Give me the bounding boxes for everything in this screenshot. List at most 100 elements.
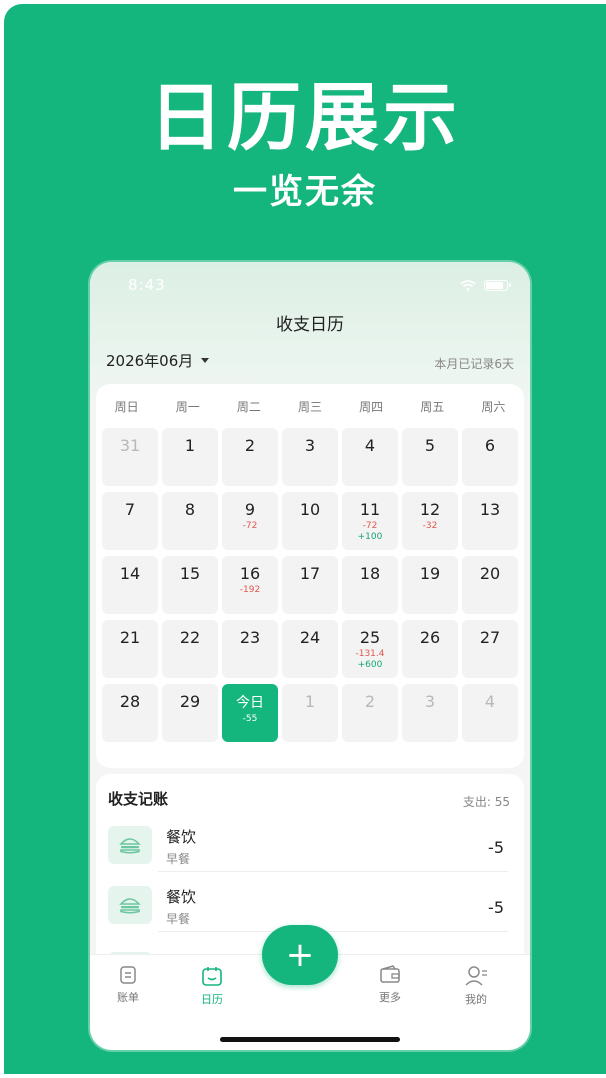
promo-background: 日历展示 一览无余 8:43 收支日历 2026年06月 本月已记录6天 周日周… [4, 4, 606, 1074]
month-picker-label: 2026年06月 [106, 352, 194, 370]
bill-icon [120, 966, 136, 984]
day-number: 17 [299, 564, 321, 583]
calendar-day[interactable]: 3 [282, 428, 338, 486]
calendar-day[interactable]: 15 [162, 556, 218, 614]
calendar-grid: 31 1 2 3 4 5 6 7 8 9 -72 10 11 -72 +100 12 -32 13 14 15 16 -1… [98, 428, 522, 742]
transaction-category: 餐饮 [166, 828, 197, 846]
calendar-icon [202, 967, 222, 986]
day-number: 1 [184, 436, 196, 455]
day-number: 29 [179, 692, 201, 711]
day-expense: -72 [242, 521, 258, 531]
day-expense: -32 [422, 521, 438, 531]
weekday-label: 周二 [236, 400, 261, 414]
calendar-day[interactable]: 18 [342, 556, 398, 614]
day-number: 16 [239, 564, 261, 583]
burger-icon [108, 886, 152, 924]
calendar-day[interactable]: 1 [282, 684, 338, 742]
weekday-label: 周三 [297, 400, 322, 414]
calendar-day-today[interactable]: 今日 -55 [222, 684, 278, 742]
transaction-note: 早餐 [166, 912, 191, 926]
day-number: 11 [359, 500, 381, 519]
calendar-day[interactable]: 2 [342, 684, 398, 742]
calendar-day[interactable]: 4 [342, 428, 398, 486]
tab-more[interactable]: 更多 [360, 965, 420, 1005]
day-number: 24 [299, 628, 321, 647]
day-number: 14 [119, 564, 141, 583]
day-number: 21 [119, 628, 141, 647]
day-number: 10 [299, 500, 321, 519]
weekday-label: 周日 [114, 400, 139, 414]
calendar-day[interactable]: 22 [162, 620, 218, 678]
calendar-day[interactable]: 10 [282, 492, 338, 550]
weekday-header: 周日 周一 周二 周三 周四 周五 周六 [96, 398, 524, 415]
day-number: 7 [124, 500, 136, 519]
day-number: 6 [484, 436, 496, 455]
calendar-day[interactable]: 11 -72 +100 [342, 492, 398, 550]
calendar-day[interactable]: 5 [402, 428, 458, 486]
day-number: 9 [244, 500, 256, 519]
calendar-day[interactable]: 12 -32 [402, 492, 458, 550]
hero-subtitle: 一览无余 [233, 172, 377, 212]
calendar-day[interactable]: 25 -131.4 +600 [342, 620, 398, 678]
divider [158, 931, 508, 932]
calendar-day[interactable]: 9 -72 [222, 492, 278, 550]
day-number: 28 [119, 692, 141, 711]
transaction-category: 餐饮 [166, 888, 197, 906]
calendar-day[interactable]: 23 [222, 620, 278, 678]
day-number: 26 [419, 628, 441, 647]
calendar-day[interactable]: 28 [102, 684, 158, 742]
weekday-label: 周一 [175, 400, 200, 414]
tab-bill[interactable]: 账单 [98, 965, 158, 1005]
day-number: 25 [359, 628, 381, 647]
transaction-row[interactable]: 餐饮 早餐 -5 [104, 878, 508, 932]
calendar-day[interactable]: 27 [462, 620, 518, 678]
calendar-day[interactable]: 8 [162, 492, 218, 550]
day-number: 12 [419, 500, 441, 519]
day-number: 4 [484, 692, 496, 711]
calendar-day[interactable]: 4 [462, 684, 518, 742]
day-number: 8 [184, 500, 196, 519]
calendar-day[interactable]: 20 [462, 556, 518, 614]
tab-mine[interactable]: 我的 [446, 965, 506, 1007]
calendar-day[interactable]: 13 [462, 492, 518, 550]
wifi-icon [460, 280, 476, 291]
day-number: 3 [424, 692, 436, 711]
month-picker[interactable]: 2026年06月 [106, 350, 210, 371]
calendar-day[interactable]: 26 [402, 620, 458, 678]
calendar-day[interactable]: 24 [282, 620, 338, 678]
calendar-day[interactable]: 3 [402, 684, 458, 742]
day-number: 2 [244, 436, 256, 455]
day-number: 31 [119, 436, 141, 455]
day-number: 13 [479, 500, 501, 519]
add-record-button[interactable]: + [262, 925, 338, 985]
calendar-day[interactable]: 16 -192 [222, 556, 278, 614]
calendar-day[interactable]: 1 [162, 428, 218, 486]
calendar-day[interactable]: 17 [282, 556, 338, 614]
weekday-label: 周六 [481, 400, 506, 414]
transaction-row[interactable]: 餐饮 早餐 -5 [104, 818, 508, 872]
transaction-amount: -5 [488, 898, 504, 917]
calendar-day[interactable]: 21 [102, 620, 158, 678]
divider [158, 871, 508, 872]
calendar-day[interactable]: 31 [102, 428, 158, 486]
weekday-label: 周四 [359, 400, 384, 414]
transaction-note: 早餐 [166, 852, 191, 866]
day-number: 18 [359, 564, 381, 583]
home-indicator [220, 1037, 400, 1042]
calendar-day[interactable]: 6 [462, 428, 518, 486]
ledger-total: 支出: 55 [462, 795, 510, 809]
burger-icon [108, 826, 152, 864]
day-number: 今日 [236, 695, 264, 711]
calendar-day[interactable]: 7 [102, 492, 158, 550]
calendar-day[interactable]: 29 [162, 684, 218, 742]
day-number: 19 [419, 564, 441, 583]
weekday-label: 周五 [420, 400, 445, 414]
day-number: 1 [304, 692, 316, 711]
calendar-day[interactable]: 19 [402, 556, 458, 614]
day-number: 5 [424, 436, 436, 455]
day-number: 23 [239, 628, 261, 647]
calendar-day[interactable]: 2 [222, 428, 278, 486]
tab-calendar[interactable]: 日历 [182, 965, 242, 1007]
calendar-day[interactable]: 14 [102, 556, 158, 614]
transaction-amount: -5 [488, 838, 504, 857]
